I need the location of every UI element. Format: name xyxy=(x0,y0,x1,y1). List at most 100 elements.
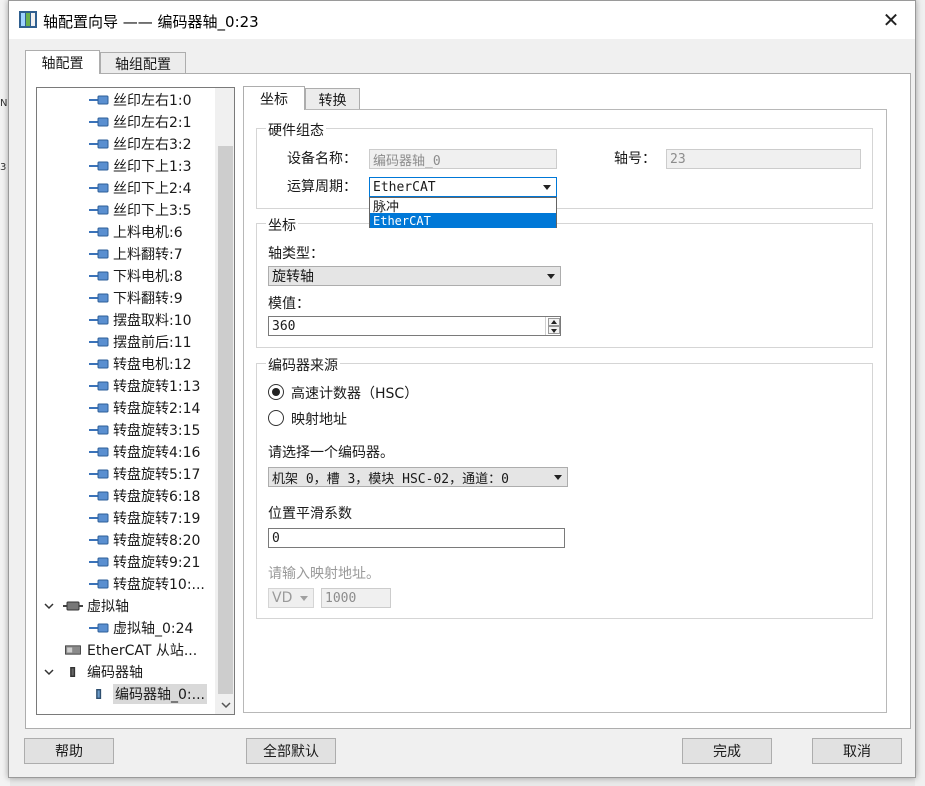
tree-item[interactable]: 上料电机:6 xyxy=(89,221,183,243)
hardware-group-title: 硬件组态 xyxy=(266,120,326,140)
tree-item[interactable]: 下料电机:8 xyxy=(89,265,183,287)
finish-button[interactable]: 完成 xyxy=(682,738,772,764)
tree-item[interactable]: 转盘旋转3:15 xyxy=(89,419,200,441)
tree-item-label: 编码器轴_0:... xyxy=(113,684,207,704)
axis-type-label: 轴类型： xyxy=(268,246,324,262)
chevron-down-icon[interactable] xyxy=(43,666,55,678)
reset-defaults-button[interactable]: 全部默认 xyxy=(246,738,336,764)
encoder-select[interactable]: 机架 0，槽 3，模块 HSC-02，通道：0 xyxy=(268,467,568,487)
cycle-option-ethercat[interactable]: EtherCAT xyxy=(370,213,556,228)
tree-item[interactable]: 虚拟轴_0:24 xyxy=(89,617,193,639)
modulo-label: 模值： xyxy=(268,296,310,312)
axis-config-dialog: 轴配置向导 —— 编码器轴_0:23 ✕ 轴配置 轴组配置 丝印左右1:0 丝印左… xyxy=(8,0,916,778)
tree-item[interactable]: 虚拟轴 xyxy=(63,595,129,617)
radio-hsc[interactable] xyxy=(268,384,284,400)
tree-scrollbar-thumb[interactable] xyxy=(218,146,233,694)
tree-item[interactable]: EtherCAT 从站... xyxy=(63,639,197,661)
tab-axis-group-config[interactable]: 轴组配置 xyxy=(100,52,186,74)
tree-item-label: 摆盘取料:10 xyxy=(113,313,192,329)
radio-hsc-label[interactable]: 高速计数器（HSC） xyxy=(291,383,418,403)
spin-up-button[interactable] xyxy=(548,318,560,326)
axis-icon xyxy=(89,447,109,457)
encoder-source-group-title: 编码器来源 xyxy=(266,355,340,375)
tree-item[interactable]: 丝印左右1:0 xyxy=(89,89,192,111)
tree-item-label: EtherCAT 从站... xyxy=(87,643,198,659)
tree-item[interactable]: 摆盘前后:11 xyxy=(89,331,192,353)
window-title: 轴配置向导 —— 编码器轴_0:23 xyxy=(43,13,259,31)
radio-mapped-address[interactable] xyxy=(268,410,284,426)
help-button[interactable]: 帮助 xyxy=(24,738,114,764)
tab-label: 轴组配置 xyxy=(115,56,171,73)
tree-item[interactable]: 转盘旋转6:18 xyxy=(89,485,200,507)
axis-icon xyxy=(89,491,109,501)
close-icon: ✕ xyxy=(882,8,900,32)
tab-coordinate[interactable]: 坐标 xyxy=(243,86,305,110)
tab-axis-config[interactable]: 轴配置 xyxy=(25,50,100,74)
tree-item[interactable]: 转盘旋转1:13 xyxy=(89,375,200,397)
tree-item[interactable]: 丝印下上3:5 xyxy=(89,199,192,221)
tree-item[interactable]: 摆盘取料:10 xyxy=(89,309,192,331)
tree-item[interactable]: 转盘旋转10:... xyxy=(89,573,205,595)
smooth-factor-input[interactable]: 0 xyxy=(268,528,565,548)
tree-item-label: 丝印左右3:2 xyxy=(113,137,192,153)
scroll-down-icon[interactable] xyxy=(220,700,232,710)
tree-item[interactable]: 编码器轴_0:... xyxy=(89,683,207,705)
tree-item[interactable]: 丝印下上2:4 xyxy=(89,177,192,199)
cancel-button[interactable]: 取消 xyxy=(812,738,902,764)
modulo-spinner[interactable] xyxy=(545,317,561,335)
close-button[interactable]: ✕ xyxy=(877,7,905,33)
tree-item-label: 转盘旋转9:21 xyxy=(113,555,201,571)
tree-item[interactable]: 下料翻转:9 xyxy=(89,287,183,309)
arrow-up-icon xyxy=(551,320,557,324)
axis-type-select[interactable]: 旋转轴 xyxy=(268,266,561,286)
tree-item-label: 下料电机:8 xyxy=(113,269,183,285)
tree-item[interactable]: 转盘电机:12 xyxy=(89,353,192,375)
axis-icon xyxy=(89,469,109,479)
cycle-dropdown-list[interactable]: 脉冲 EtherCAT xyxy=(369,197,557,228)
tree-item-label: 丝印下上1:3 xyxy=(113,159,192,175)
tree-item[interactable]: 丝印下上1:3 xyxy=(89,155,192,177)
cycle-option-pulse[interactable]: 脉冲 xyxy=(370,198,556,215)
tree-item-label: 丝印下上2:4 xyxy=(113,181,192,197)
cycle-label: 运算周期： xyxy=(287,179,357,195)
axis-tree[interactable]: 丝印左右1:0 丝印左右2:1 丝印左右3:2 丝印下上1:3 丝印下上2:4 丝印下上3… xyxy=(36,87,235,715)
tree-item[interactable]: 转盘旋转4:16 xyxy=(89,441,200,463)
axis-icon xyxy=(89,403,109,413)
tab-label: 坐标 xyxy=(260,91,288,108)
tree-item[interactable]: 转盘旋转7:19 xyxy=(89,507,200,529)
tab-conversion[interactable]: 转换 xyxy=(305,88,360,110)
tree-item-label: 转盘旋转1:13 xyxy=(113,379,201,395)
chevron-down-icon[interactable] xyxy=(43,600,55,612)
axis-icon xyxy=(89,535,109,545)
tree-item-label: 摆盘前后:11 xyxy=(113,335,192,351)
tree-item-label: 转盘旋转7:19 xyxy=(113,511,201,527)
tree-item-label: 转盘旋转3:15 xyxy=(113,423,201,439)
tree-item-label: 转盘电机:12 xyxy=(113,357,192,373)
tree-item[interactable]: 丝印左右3:2 xyxy=(89,133,192,155)
coordinate-group-title: 坐标 xyxy=(266,215,298,235)
modulo-input[interactable]: 360 xyxy=(268,316,561,336)
radio-mapped-address-label[interactable]: 映射地址 xyxy=(291,409,347,429)
axis-icon xyxy=(89,271,109,281)
axis-icon xyxy=(89,183,109,193)
mapped-address-input: 1000 xyxy=(321,588,391,608)
axis-number-field: 23 xyxy=(666,149,861,169)
axis-number-label: 轴号： xyxy=(614,151,656,167)
spin-down-button[interactable] xyxy=(548,326,560,334)
chevron-down-icon xyxy=(547,274,555,279)
cycle-select[interactable]: EtherCAT xyxy=(369,177,557,197)
axis-icon xyxy=(89,205,109,215)
tab-label: 轴配置 xyxy=(41,55,84,72)
tree-item[interactable]: 转盘旋转5:17 xyxy=(89,463,200,485)
tree-item[interactable]: 编码器轴 xyxy=(63,661,143,683)
tree-item-label: 转盘旋转5:17 xyxy=(113,467,201,483)
tree-item[interactable]: 丝印左右2:1 xyxy=(89,111,192,133)
tree-item[interactable]: 转盘旋转2:14 xyxy=(89,397,200,419)
background-text-fragment: 3 xyxy=(0,162,7,173)
tree-item[interactable]: 转盘旋转9:21 xyxy=(89,551,200,573)
tree-item-label: 转盘旋转6:18 xyxy=(113,489,201,505)
tree-item[interactable]: 上料翻转:7 xyxy=(89,243,183,265)
tree-item[interactable]: 转盘旋转8:20 xyxy=(89,529,200,551)
axis-icon xyxy=(89,227,109,237)
axis-icon xyxy=(89,579,109,589)
